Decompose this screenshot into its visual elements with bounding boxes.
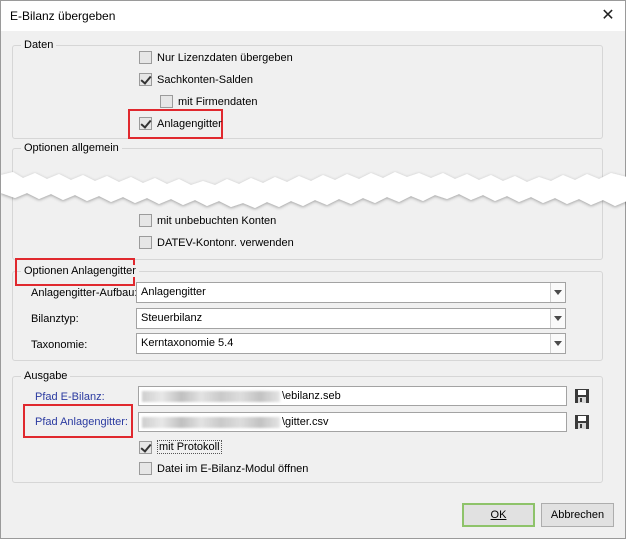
checkbox-box[interactable] (139, 73, 152, 86)
input-value: \ebilanz.seb (282, 390, 341, 402)
checkbox-box[interactable] (139, 51, 152, 64)
label-taxonomie: Taxonomie: (31, 339, 88, 351)
select-value: Anlagengitter (141, 286, 206, 298)
checkbox-datei-oeffnen[interactable]: Datei im E-Bilanz-Modul öffnen (139, 462, 308, 475)
ok-button[interactable]: OK (462, 503, 535, 527)
floppy-disk-icon[interactable] (574, 414, 590, 430)
redacted-path (142, 417, 280, 428)
select-value: Kerntaxonomie 5.4 (141, 337, 234, 349)
checkbox-mit-protokoll[interactable]: mit Protokoll (139, 440, 222, 454)
checkbox-anlagengitter[interactable]: Anlagengitter (139, 117, 222, 130)
select-taxonomie[interactable]: Kerntaxonomie 5.4 (136, 333, 566, 354)
checkbox-box[interactable] (139, 462, 152, 475)
label-pfad-ebilanz: Pfad E-Bilanz: (35, 391, 105, 403)
label-anlagengitter-aufbau: Anlagengitter-Aufbau: (31, 287, 138, 299)
title-bar: E-Bilanz übergeben ✕ (1, 1, 625, 31)
cancel-button[interactable]: Abbrechen (541, 503, 614, 527)
checkbox-datev-kontonr[interactable]: DATEV-Kontonr. verwenden (139, 236, 294, 249)
checkbox-label: mit Protokoll (157, 440, 222, 454)
checkbox-box[interactable] (139, 117, 152, 130)
dialog-window: E-Bilanz übergeben ✕ Daten Nur Lizenzdat… (0, 0, 626, 539)
checkbox-label: Sachkonten-Salden (157, 73, 254, 86)
checkbox-sachkonten-salden[interactable]: Sachkonten-Salden (139, 73, 253, 86)
checkbox-box[interactable] (139, 440, 152, 454)
chevron-down-icon[interactable] (550, 309, 565, 328)
select-bilanztyp[interactable]: Steuerbilanz (136, 308, 566, 329)
floppy-disk-icon[interactable] (574, 388, 590, 404)
group-ausgabe-label: Ausgabe (21, 370, 71, 382)
input-pfad-anlagengitter[interactable]: \gitter.csv (138, 412, 567, 432)
group-daten (12, 45, 603, 139)
checkbox-mit-firmendaten[interactable]: mit Firmendaten (160, 95, 257, 108)
close-icon[interactable]: ✕ (597, 5, 619, 27)
redacted-path (142, 391, 280, 402)
group-optionen-anlagengitter-label: Optionen Anlagengitter (21, 265, 139, 277)
checkbox-label: Nur Lizenzdaten übergeben (157, 51, 293, 64)
torn-edge-overlay (1, 172, 626, 208)
checkbox-label: Anlagengitter (157, 117, 222, 130)
select-anlagengitter-aufbau[interactable]: Anlagengitter (136, 282, 566, 303)
group-daten-label: Daten (21, 39, 57, 51)
chevron-down-icon[interactable] (550, 334, 565, 353)
chevron-down-icon[interactable] (550, 283, 565, 302)
checkbox-label: mit Firmendaten (178, 95, 258, 108)
checkbox-nur-lizenzdaten[interactable]: Nur Lizenzdaten übergeben (139, 51, 293, 64)
label-pfad-anlagengitter: Pfad Anlagengitter: (35, 416, 128, 428)
window-title: E-Bilanz übergeben (10, 9, 116, 23)
label-bilanztyp: Bilanztyp: (31, 313, 79, 325)
checkbox-label: DATEV-Kontonr. verwenden (157, 236, 294, 249)
input-pfad-ebilanz[interactable]: \ebilanz.seb (138, 386, 567, 406)
select-value: Steuerbilanz (141, 312, 203, 324)
checkbox-box[interactable] (160, 95, 173, 108)
checkbox-label: Datei im E-Bilanz-Modul öffnen (157, 462, 309, 475)
checkbox-box[interactable] (139, 236, 152, 249)
input-value: \gitter.csv (282, 416, 329, 428)
